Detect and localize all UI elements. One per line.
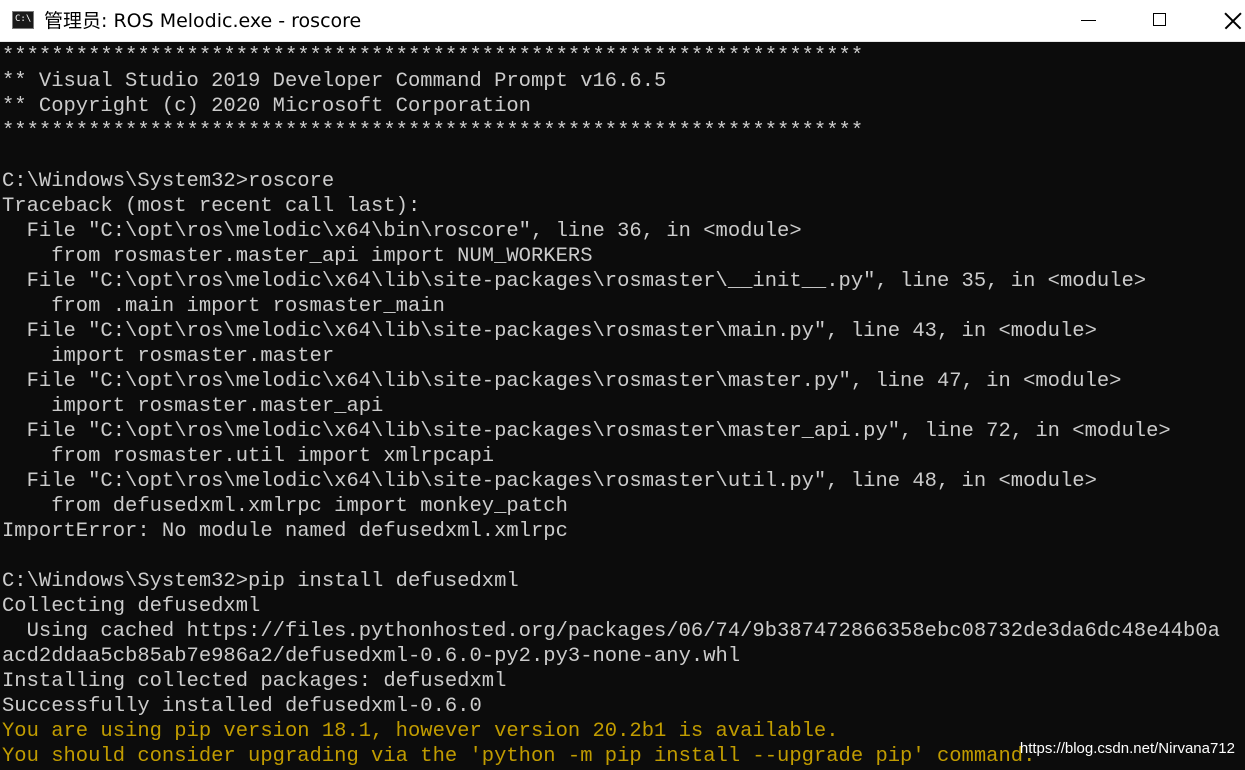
watermark-text: https://blog.csdn.net/Nirvana712 — [1019, 740, 1235, 757]
console-line: Successfully installed defusedxml-0.6.0 — [2, 695, 482, 718]
console-line: File "C:\opt\ros\melodic\x64\lib\site-pa… — [2, 470, 1097, 493]
maximize-button[interactable] — [1124, 0, 1196, 41]
console-line: You are using pip version 18.1, however … — [2, 720, 839, 743]
minimize-icon — [1081, 20, 1096, 21]
window-title: 管理员: ROS Melodic.exe - roscore — [44, 10, 362, 32]
close-button[interactable] — [1196, 0, 1245, 41]
console-line: ImportError: No module named defusedxml.… — [2, 520, 568, 543]
console-line: File "C:\opt\ros\melodic\x64\lib\site-pa… — [2, 370, 1122, 393]
console-line: File "C:\opt\ros\melodic\x64\lib\site-pa… — [2, 420, 1171, 443]
console-window: C:\ 管理员: ROS Melodic.exe - roscore *****… — [0, 0, 1245, 770]
console-line: from defusedxml.xmlrpc import monkey_pat… — [2, 495, 568, 518]
console-line: ****************************************… — [2, 120, 864, 143]
console-line: from rosmaster.util import xmlrpcapi — [2, 445, 495, 468]
console-line: ** Visual Studio 2019 Developer Command … — [2, 70, 667, 93]
console-line: File "C:\opt\ros\melodic\x64\lib\site-pa… — [2, 320, 1097, 343]
console-output[interactable]: ****************************************… — [0, 44, 1245, 770]
console-line: acd2ddaa5cb85ab7e986a2/defusedxml-0.6.0-… — [2, 645, 741, 668]
console-line: import rosmaster.master_api — [2, 395, 384, 418]
console-line: ** Copyright (c) 2020 Microsoft Corporat… — [2, 95, 531, 118]
console-line: ****************************************… — [2, 45, 864, 68]
title-bar[interactable]: C:\ 管理员: ROS Melodic.exe - roscore — [0, 0, 1245, 42]
console-line: You should consider upgrading via the 'p… — [2, 745, 1036, 768]
console-line: C:\Windows\System32>pip install defusedx… — [2, 570, 519, 593]
console-line: Collecting defusedxml — [2, 595, 261, 618]
console-line: Using cached https://files.pythonhosted.… — [2, 620, 1220, 643]
console-line: File "C:\opt\ros\melodic\x64\lib\site-pa… — [2, 270, 1147, 293]
console-line: import rosmaster.master — [2, 345, 335, 368]
console-line: C:\Windows\System32>roscore — [2, 170, 335, 193]
console-line: from .main import rosmaster_main — [2, 295, 445, 318]
console-line: from rosmaster.master_api import NUM_WOR… — [2, 245, 593, 268]
console-line: File "C:\opt\ros\melodic\x64\bin\roscore… — [2, 220, 802, 243]
maximize-icon — [1153, 13, 1166, 26]
cmd-icon[interactable]: C:\ — [12, 11, 34, 29]
minimize-button[interactable] — [1052, 0, 1124, 41]
console-line: Traceback (most recent call last): — [2, 195, 421, 218]
console-line: Installing collected packages: defusedxm… — [2, 670, 507, 693]
close-icon — [1224, 12, 1241, 29]
